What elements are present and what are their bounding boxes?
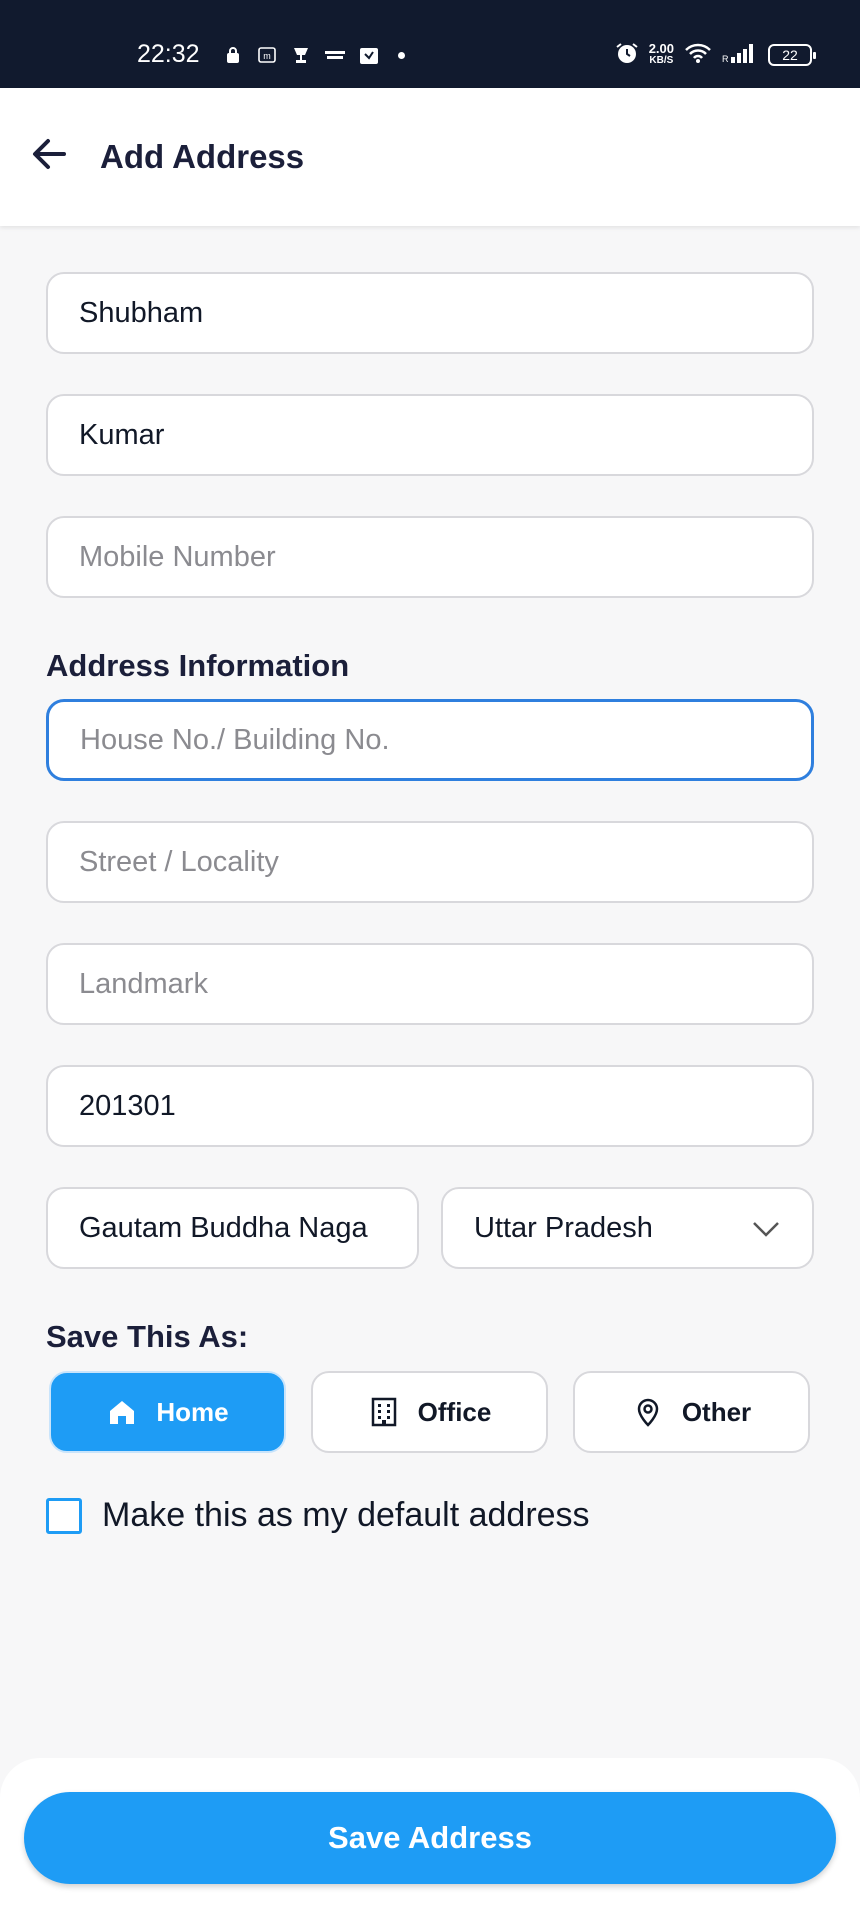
network-speed: 2.00 KB/S [648, 41, 674, 67]
battery-icon: 22 [768, 44, 816, 66]
building-icon [371, 1397, 396, 1427]
default-address-checkbox[interactable] [46, 1497, 82, 1534]
lock-notification-icon [222, 45, 244, 65]
back-arrow-icon [33, 139, 66, 169]
status-time: 22:32 [137, 40, 200, 68]
location-pin-icon [637, 1398, 659, 1427]
paytm-notification-icon [324, 45, 346, 65]
default-address-row[interactable]: Make this as my default address [46, 1496, 590, 1535]
pincode-input[interactable] [79, 1089, 781, 1123]
home-icon [110, 1401, 135, 1424]
mobile-number-field[interactable] [46, 516, 814, 598]
other-label: Other [681, 1396, 752, 1427]
default-address-label: Make this as my default address [102, 1496, 590, 1534]
app-m-notification-icon: m [256, 45, 278, 65]
network-speed-value: 2.00 [648, 41, 674, 56]
save-as-label: Save This As: [46, 1319, 249, 1354]
signal-icon: R [722, 42, 758, 69]
back-button[interactable] [28, 132, 72, 176]
home-label: Home [156, 1396, 229, 1427]
trophy-notification-icon [290, 45, 312, 65]
network-speed-unit: KB/S [649, 55, 674, 66]
status-bar: 22:32 m 2.00 KB/S R 22 [0, 0, 860, 88]
city-value: Gautam Buddha Naga [79, 1211, 368, 1244]
street-locality-input[interactable] [79, 845, 781, 879]
svg-text:m: m [263, 51, 271, 61]
save-as-office-button[interactable]: Office [311, 1371, 548, 1453]
state-dropdown[interactable]: Uttar Pradesh [441, 1187, 814, 1269]
page-title: Add Address [100, 138, 305, 175]
pincode-field[interactable] [46, 1065, 814, 1147]
notification-icons: m [222, 44, 405, 66]
save-as-other-button[interactable]: Other [573, 1371, 810, 1453]
calendar-notification-icon [358, 45, 380, 65]
address-information-label: Address Information [46, 648, 350, 683]
landmark-field[interactable] [46, 943, 814, 1025]
alarm-icon [615, 41, 639, 70]
svg-text:R: R [722, 54, 729, 64]
landmark-input[interactable] [79, 967, 781, 1001]
chevron-down-icon [753, 1222, 779, 1237]
system-status-icons: 2.00 KB/S R 22 [615, 40, 816, 70]
first-name-input[interactable] [79, 296, 781, 330]
office-label: Office [417, 1396, 492, 1427]
app-bar: Add Address [0, 88, 860, 226]
save-address-button[interactable]: Save Address [24, 1792, 836, 1884]
wifi-icon [684, 42, 712, 69]
last-name-field[interactable] [46, 394, 814, 476]
state-value: Uttar Pradesh [474, 1211, 653, 1244]
save-as-home-button[interactable]: Home [49, 1371, 286, 1453]
mobile-number-input[interactable] [79, 540, 781, 574]
house-number-input[interactable] [80, 723, 780, 757]
city-field[interactable]: Gautam Buddha Naga [46, 1187, 419, 1269]
more-notifications-dot-icon [398, 51, 405, 59]
street-locality-field[interactable] [46, 821, 814, 903]
house-number-field[interactable] [46, 699, 814, 781]
last-name-input[interactable] [79, 418, 781, 452]
first-name-field[interactable] [46, 272, 814, 354]
